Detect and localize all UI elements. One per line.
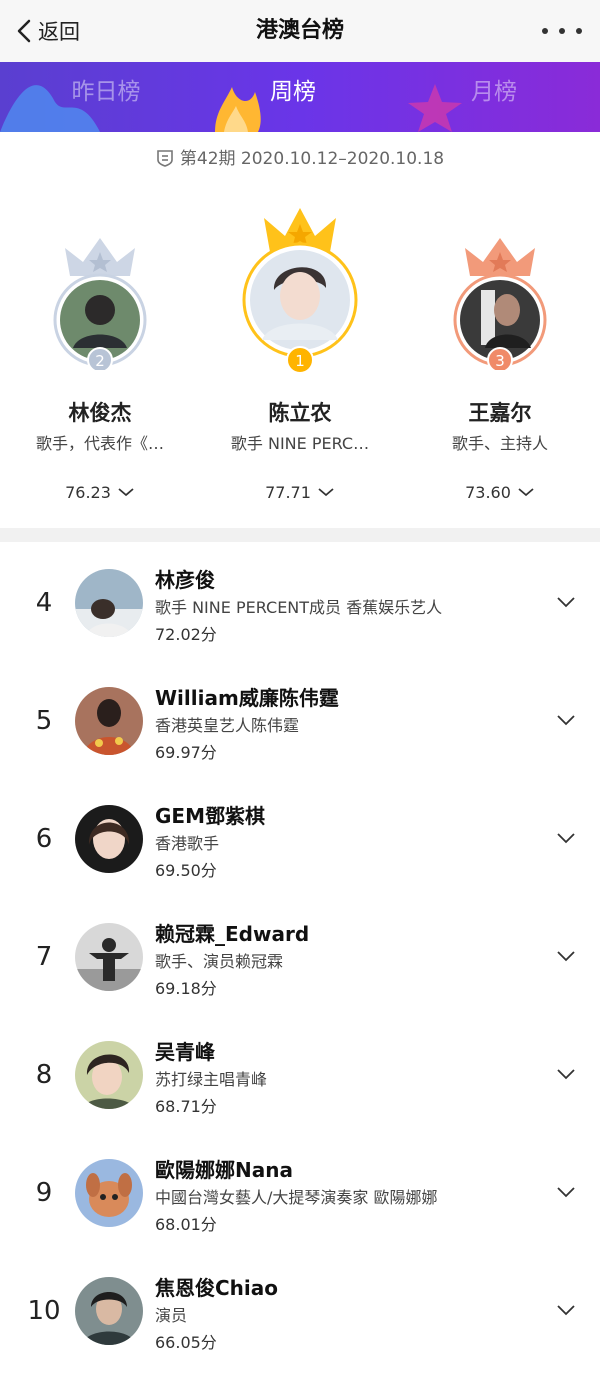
rank-number: 8 [35, 1060, 53, 1090]
person-score: 68.71分 [155, 1097, 217, 1116]
period-label: 第42期 2020.10.12–2020.10.18 [0, 146, 600, 172]
rank-badge-2: 2 [95, 352, 105, 370]
person-score: 69.97分 [155, 743, 217, 762]
podium-desc: 歌手，代表作《… [35, 434, 164, 453]
avatar [75, 1277, 143, 1345]
list-item[interactable]: 5 William威廉陈伟霆 香港英皇艺人陈伟霆 69.97分 [0, 676, 600, 794]
podium-score[interactable]: 76.23 [0, 483, 200, 502]
list-item[interactable]: 7 赖冠霖_Edward 歌手、演员赖冠霖 69.18分 [0, 912, 600, 1030]
podium-desc: 歌手 NINE PERC… [230, 434, 370, 453]
chevron-down-icon[interactable] [556, 1186, 576, 1198]
podium-rank-3[interactable]: 3 王嘉尔 歌手、主持人 73.60 [400, 200, 600, 520]
podium-name: 王嘉尔 [468, 401, 532, 425]
podium-name: 林俊杰 [68, 401, 132, 425]
podium-score-value: 76.23 [65, 483, 111, 502]
calendar-shield-icon [157, 150, 173, 167]
person-score: 69.18分 [155, 979, 217, 998]
avatar [75, 805, 143, 873]
tab-yesterday[interactable]: 昨日榜 [6, 74, 206, 110]
avatar [75, 1159, 143, 1227]
avatar [75, 569, 143, 637]
person-name: 歐陽娜娜Nana [155, 1158, 293, 1182]
avatar [75, 923, 143, 991]
person-score: 68.01分 [155, 1215, 217, 1234]
tab-weekly[interactable]: 周榜 [193, 74, 393, 110]
page-title: 港澳台榜 [255, 18, 344, 43]
avatar [75, 1041, 143, 1109]
person-name: GEM鄧紫棋 [155, 804, 265, 828]
chevron-down-icon [318, 488, 334, 497]
list-item[interactable]: 9 歐陽娜娜Nana 中國台灣女藝人/大提琴演奏家 歐陽娜娜 68.01分 [0, 1148, 600, 1266]
person-desc: 苏打绿主唱青峰 [155, 1070, 268, 1089]
chevron-down-icon[interactable] [556, 1304, 576, 1316]
chevron-down-icon[interactable] [556, 596, 576, 608]
rank-number: 6 [35, 824, 53, 854]
list-item[interactable]: 4 林彦俊 歌手 NINE PERCENT成员 香蕉娱乐艺人 72.02分 [0, 558, 600, 676]
tab-monthly[interactable]: 月榜 [394, 74, 594, 110]
list-item[interactable]: 8 吴青峰 苏打绿主唱青峰 68.71分 [0, 1030, 600, 1148]
person-name: 吴青峰 [155, 1040, 215, 1064]
rank-number: 7 [35, 942, 53, 972]
podium-score[interactable]: 73.60 [400, 483, 600, 502]
chevron-down-icon[interactable] [556, 714, 576, 726]
person-desc: 演员 [155, 1306, 188, 1325]
chevron-down-icon [518, 488, 534, 497]
list-item[interactable]: 10 焦恩俊Chiao 演员 66.05分 [0, 1266, 600, 1384]
list-item[interactable]: 6 GEM鄧紫棋 香港歌手 69.50分 [0, 794, 600, 912]
person-desc: 香港英皇艺人陈伟霆 [155, 716, 300, 735]
person-score: 69.50分 [155, 861, 217, 880]
top-bar: 返回 港澳台榜 [0, 0, 600, 62]
rank-number: 9 [35, 1178, 53, 1208]
podium-desc: 歌手、主持人 [451, 434, 548, 453]
person-name: 焦恩俊Chiao [155, 1276, 279, 1300]
period-text: 第42期 2020.10.12–2020.10.18 [179, 149, 445, 169]
avatar [75, 687, 143, 755]
podium-score[interactable]: 77.71 [200, 483, 400, 502]
more-options-icon[interactable] [542, 18, 582, 44]
chevron-down-icon [118, 488, 134, 497]
person-desc: 歌手、演员赖冠霖 [155, 952, 284, 971]
person-name: 赖冠霖_Edward [155, 922, 310, 946]
chevron-down-icon[interactable] [556, 950, 576, 962]
rank-badge-3: 3 [495, 352, 505, 370]
chevron-down-icon[interactable] [556, 832, 576, 844]
rank-number: 5 [35, 706, 53, 736]
rank-number: 10 [27, 1296, 61, 1326]
person-score: 66.05分 [155, 1333, 217, 1352]
podium-rank-2[interactable]: 2 林俊杰 歌手，代表作《… 76.23 [0, 200, 200, 520]
rank-number: 4 [35, 588, 53, 618]
person-name: William威廉陈伟霆 [155, 686, 339, 710]
gold-crown-avatar: 1 [242, 208, 358, 374]
section-divider [0, 528, 600, 542]
person-desc: 中國台灣女藝人/大提琴演奏家 歐陽娜娜 [155, 1188, 438, 1207]
chevron-down-icon[interactable] [556, 1068, 576, 1080]
person-desc: 歌手 NINE PERCENT成员 香蕉娱乐艺人 [155, 598, 443, 617]
podium-rank-1[interactable]: 1 陈立农 歌手 NINE PERC… 77.71 [200, 200, 400, 520]
rank-badge-1: 1 [295, 352, 305, 370]
ranking-tabs: 昨日榜 周榜 月榜 [0, 62, 600, 132]
podium-name: 陈立农 [268, 401, 332, 425]
silver-crown-avatar: 2 [53, 238, 147, 373]
podium-score-value: 77.71 [265, 483, 311, 502]
bronze-crown-avatar: 3 [453, 238, 547, 373]
podium-score-value: 73.60 [465, 483, 511, 502]
person-desc: 香港歌手 [155, 834, 220, 853]
person-name: 林彦俊 [155, 568, 215, 592]
person-score: 72.02分 [155, 625, 217, 644]
